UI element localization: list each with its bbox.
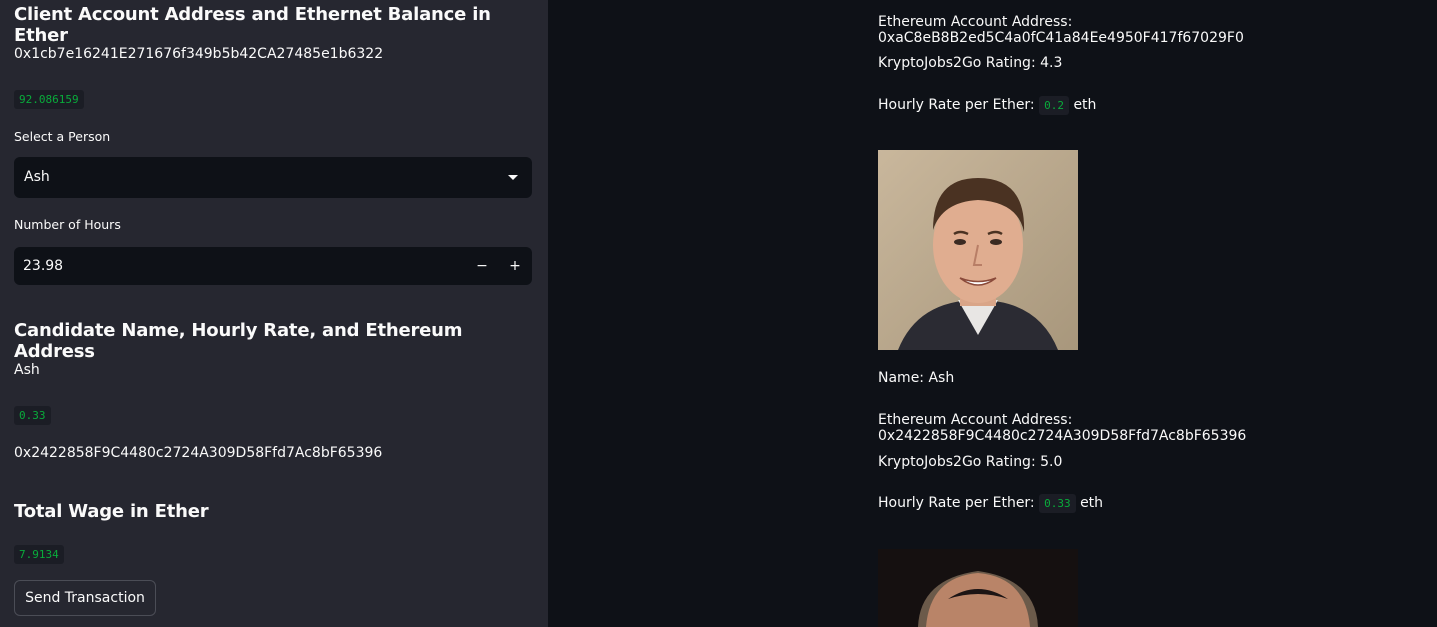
send-transaction-button[interactable]: Send Transaction — [14, 580, 156, 616]
select-person-value: Ash — [24, 169, 50, 185]
rate-label: Hourly Rate per Ether: — [878, 495, 1035, 511]
candidate-2-rate: 0.33 — [1039, 494, 1076, 513]
rate-unit: eth — [1073, 97, 1097, 113]
candidate-2-name: Name: Ash — [878, 370, 955, 386]
candidate-3-photo — [878, 549, 1078, 627]
sidebar: Client Account Address and Ethernet Bala… — [0, 0, 548, 627]
client-balance: 92.086159 — [14, 90, 84, 109]
candidate-address: 0x2422858F9C4480c2724A309D58Ffd7Ac8bF653… — [14, 445, 383, 461]
candidate-rate-wrap: 0.33 — [14, 404, 51, 425]
candidate-1-rate: 0.2 — [1039, 96, 1069, 115]
chevron-down-icon — [508, 175, 518, 180]
hours-number-input: − + — [14, 247, 532, 285]
candidate-2-address: Ethereum Account Address: 0x2422858F9C44… — [878, 412, 1247, 444]
rate-label: Hourly Rate per Ether: — [878, 97, 1035, 113]
total-wage-header: Total Wage in Ether — [14, 501, 209, 522]
decrement-button[interactable]: − — [466, 247, 498, 285]
select-person-label: Select a Person — [14, 129, 111, 144]
rate-unit: eth — [1080, 495, 1104, 511]
client-account-header: Client Account Address and Ethernet Bala… — [14, 4, 491, 46]
candidate-1-rate-line: Hourly Rate per Ether: 0.2 eth — [878, 96, 1097, 115]
candidate-name: Ash — [14, 362, 40, 378]
select-person-dropdown[interactable]: Ash — [14, 157, 532, 198]
total-wage-wrap: 7.9134 — [14, 543, 64, 564]
client-balance-wrap: 92.086159 — [14, 88, 84, 109]
candidate-2-photo — [878, 150, 1078, 350]
plus-icon: + — [509, 258, 521, 274]
client-address: 0x1cb7e16241E271676f349b5b42CA27485e1b63… — [14, 46, 384, 62]
total-wage-value: 7.9134 — [14, 545, 64, 564]
candidate-header: Candidate Name, Hourly Rate, and Ethereu… — [14, 320, 463, 362]
main-content: Ethereum Account Address: 0xaC8eB8B2ed5C… — [548, 0, 1437, 627]
candidate-2-rate-line: Hourly Rate per Ether: 0.33 eth — [878, 494, 1104, 513]
number-of-hours-label: Number of Hours — [14, 217, 121, 232]
hours-input-field[interactable] — [14, 247, 454, 285]
candidate-2-rating: KryptoJobs2Go Rating: 5.0 — [878, 454, 1063, 470]
increment-button[interactable]: + — [499, 247, 531, 285]
candidate-1-rating: KryptoJobs2Go Rating: 4.3 — [878, 55, 1063, 71]
candidate-1-address: Ethereum Account Address: 0xaC8eB8B2ed5C… — [878, 14, 1244, 46]
candidate-rate: 0.33 — [14, 406, 51, 425]
minus-icon: − — [476, 258, 488, 274]
